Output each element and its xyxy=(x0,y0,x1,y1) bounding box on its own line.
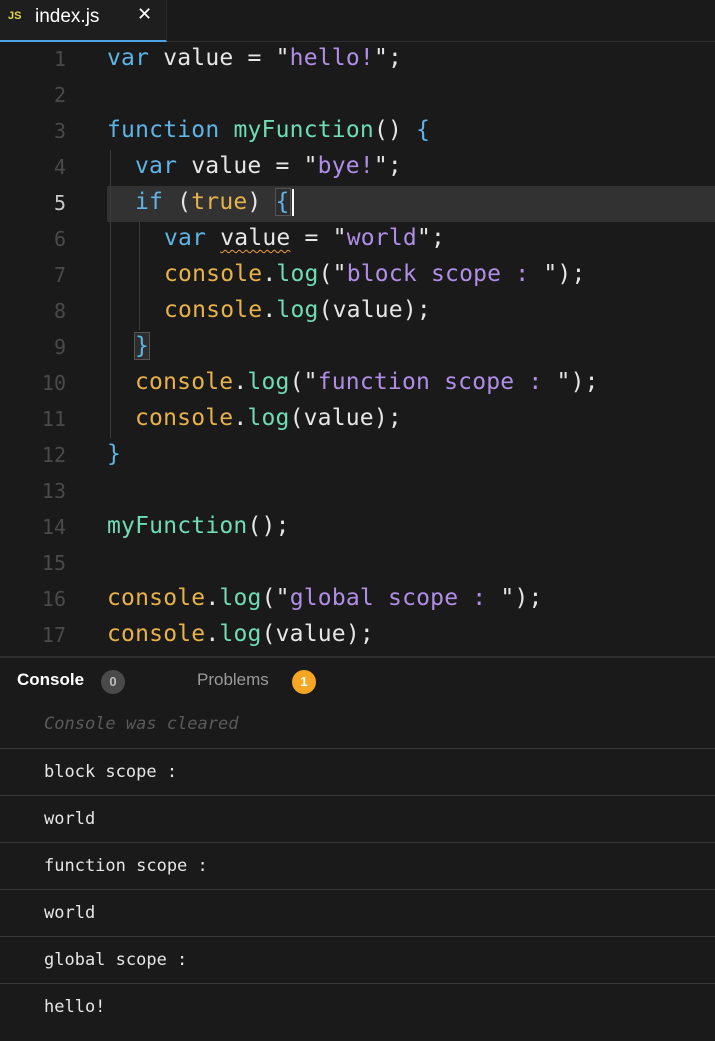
code-line: 12 } xyxy=(0,438,715,474)
line-number: 8 xyxy=(53,299,66,323)
code-line: 13 xyxy=(0,474,715,510)
matching-brace: { xyxy=(274,188,291,216)
line-number: 5 xyxy=(53,191,66,215)
indent-guide xyxy=(110,294,111,330)
warning-squiggle: value xyxy=(220,225,291,251)
javascript-file-icon: JS xyxy=(8,10,22,22)
text-cursor xyxy=(291,189,294,216)
tab-index-js[interactable]: JS index.js ✕ xyxy=(0,0,167,42)
code-text: console.log("global scope : "); xyxy=(107,585,543,611)
console-cleared-message: Console was cleared xyxy=(44,714,239,734)
line-number: 17 xyxy=(41,623,66,647)
line-number: 1 xyxy=(53,47,66,71)
line-number: 11 xyxy=(41,407,66,431)
code-line-active: 5 if (true) { xyxy=(0,186,715,222)
code-text: var value = "world"; xyxy=(164,225,446,251)
code-text: var value = "bye!"; xyxy=(135,153,402,179)
code-text: console.log("block scope : "); xyxy=(164,261,586,287)
indent-guide xyxy=(110,258,111,294)
indent-guide xyxy=(110,402,111,438)
code-text: var value = "hello!"; xyxy=(107,45,403,71)
code-line: 3 function myFunction() { xyxy=(0,114,715,150)
console-log-row: function scope : xyxy=(0,842,715,889)
code-line: 14 myFunction(); xyxy=(0,510,715,546)
log-text: block scope : xyxy=(44,762,178,782)
log-text: global scope : xyxy=(44,950,188,970)
console-log-row: hello! xyxy=(0,983,715,1030)
code-text: } xyxy=(133,332,151,360)
tab-title: index.js xyxy=(35,6,100,27)
line-number: 7 xyxy=(53,263,66,287)
indent-guide xyxy=(110,222,111,258)
code-line: 11 console.log(value); xyxy=(0,402,715,438)
console-panel: Console 0 Problems 1 Console was cleared… xyxy=(0,656,715,1041)
code-line: 4 var value = "bye!"; xyxy=(0,150,715,186)
indent-guide xyxy=(139,294,140,330)
console-log-row: world xyxy=(0,795,715,842)
line-number: 13 xyxy=(41,479,66,503)
log-text: world xyxy=(44,903,96,923)
code-line: 10 console.log("function scope : "); xyxy=(0,366,715,402)
editor-tab-bar: JS index.js ✕ xyxy=(0,0,715,42)
line-number: 14 xyxy=(41,515,66,539)
line-number: 6 xyxy=(53,227,66,251)
line-number: 12 xyxy=(41,443,66,467)
code-line: 2 xyxy=(0,78,715,114)
indent-guide xyxy=(139,222,140,258)
problems-count-badge: 1 xyxy=(292,670,316,694)
tab-problems[interactable]: Problems xyxy=(197,670,269,690)
indent-guide xyxy=(110,186,111,222)
indent-guide xyxy=(110,150,111,186)
code-line: 8 console.log(value); xyxy=(0,294,715,330)
code-line: 17 console.log(value); xyxy=(0,618,715,654)
line-number: 3 xyxy=(53,119,66,143)
code-text: console.log(value); xyxy=(135,405,402,431)
code-line: 7 console.log("block scope : "); xyxy=(0,258,715,294)
line-number: 16 xyxy=(41,587,66,611)
code-text: } xyxy=(107,441,122,467)
line-number: 9 xyxy=(53,335,66,359)
line-number: 10 xyxy=(41,371,66,395)
console-log-row: global scope : xyxy=(0,936,715,983)
tab-console[interactable]: Console xyxy=(17,670,84,690)
code-editor[interactable]: 1 var value = "hello!"; 2 3 function myF… xyxy=(0,42,715,656)
log-text: hello! xyxy=(44,997,106,1017)
line-number: 15 xyxy=(41,551,66,575)
code-text: console.log("function scope : "); xyxy=(135,369,599,395)
code-text: myFunction(); xyxy=(107,513,290,539)
console-log-row: world xyxy=(0,889,715,936)
code-line: 6 var value = "world"; xyxy=(0,222,715,258)
log-text: world xyxy=(44,809,96,829)
code-line: 1 var value = "hello!"; xyxy=(0,42,715,78)
code-text: console.log(value); xyxy=(107,621,374,647)
code-text: console.log(value); xyxy=(164,297,431,323)
close-icon[interactable]: ✕ xyxy=(137,4,152,25)
console-log-row: block scope : xyxy=(0,748,715,795)
line-number: 4 xyxy=(53,155,66,179)
indent-guide xyxy=(110,330,111,366)
indent-guide xyxy=(139,258,140,294)
code-line: 9 } xyxy=(0,330,715,366)
code-line: 15 xyxy=(0,546,715,582)
matching-brace: } xyxy=(133,332,151,360)
log-text: function scope : xyxy=(44,856,208,876)
code-line: 16 console.log("global scope : "); xyxy=(0,582,715,618)
console-count-badge: 0 xyxy=(101,670,125,694)
code-text: if (true) { xyxy=(135,188,294,216)
code-text: function myFunction() { xyxy=(107,117,431,143)
indent-guide xyxy=(110,366,111,402)
panel-tab-bar: Console 0 Problems 1 xyxy=(0,658,715,704)
line-number: 2 xyxy=(53,83,66,107)
